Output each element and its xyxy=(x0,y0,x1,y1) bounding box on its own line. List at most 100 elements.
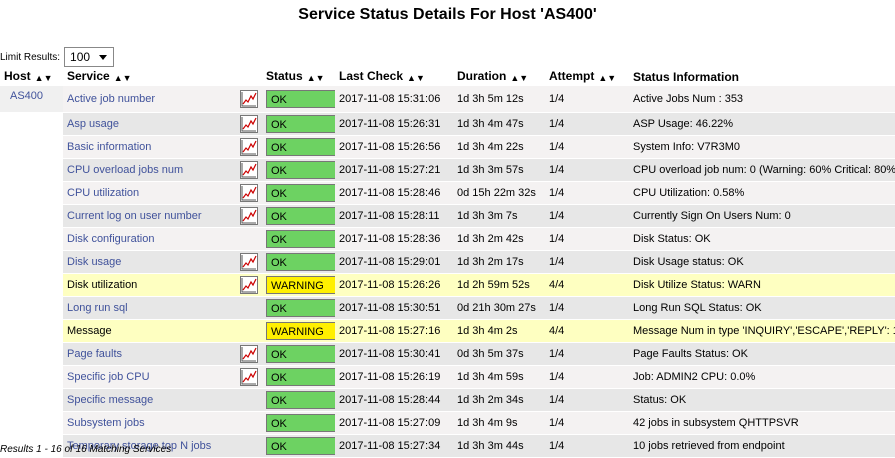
service-link[interactable]: Active job number xyxy=(67,93,155,105)
duration-cell: 0d 15h 22m 32s xyxy=(453,182,545,205)
duration-cell: 1d 3h 3m 57s xyxy=(453,159,545,182)
attempt-cell: 1/4 xyxy=(545,251,629,274)
service-link[interactable]: Long run sql xyxy=(67,302,128,314)
sort-arrows-icon[interactable]: ▲▼ xyxy=(510,70,528,84)
service-link[interactable]: Current log on user number xyxy=(67,210,202,222)
host-cell-empty xyxy=(0,228,63,251)
status-information-cell: Disk Usage status: OK xyxy=(629,251,895,274)
service-link[interactable]: CPU utilization xyxy=(67,187,139,199)
service-link[interactable]: Disk configuration xyxy=(67,233,154,245)
limit-results-label: Limit Results: xyxy=(0,51,61,63)
status-cell: OK xyxy=(262,435,335,458)
service-cell: Asp usage xyxy=(63,113,262,136)
service-link[interactable]: Page faults xyxy=(67,348,122,360)
status-information-cell: Currently Sign On Users Num: 0 xyxy=(629,205,895,228)
host-cell-empty xyxy=(0,182,63,205)
last-check-cell: 2017-11-08 15:26:56 xyxy=(335,136,453,159)
performance-graph-icon[interactable] xyxy=(240,115,258,133)
attempt-cell: 1/4 xyxy=(545,435,629,458)
status-information-cell: Status: OK xyxy=(629,389,895,412)
last-check-cell: 2017-11-08 15:27:16 xyxy=(335,320,453,343)
status-information-cell: CPU Utilization: 0.58% xyxy=(629,182,895,205)
sort-arrows-icon[interactable]: ▲▼ xyxy=(307,70,325,84)
sort-arrows-icon[interactable]: ▲▼ xyxy=(35,70,53,84)
status-cell: OK xyxy=(262,251,335,274)
status-badge: OK xyxy=(266,138,335,156)
performance-graph-icon[interactable] xyxy=(240,207,258,225)
service-link[interactable]: Specific message xyxy=(67,394,153,406)
last-check-cell: 2017-11-08 15:26:31 xyxy=(335,113,453,136)
last-check-cell: 2017-11-08 15:28:36 xyxy=(335,228,453,251)
attempt-cell: 1/4 xyxy=(545,412,629,435)
service-cell: Specific message xyxy=(63,389,262,412)
status-cell: OK xyxy=(262,113,335,136)
table-row: AS400 Active job number OK 2017-11-08 15:31… xyxy=(0,86,895,113)
duration-cell: 1d 3h 4m 9s xyxy=(453,412,545,435)
host-cell-empty xyxy=(0,389,63,412)
service-link[interactable]: Disk utilization xyxy=(67,279,137,291)
duration-cell: 1d 3h 2m 17s xyxy=(453,251,545,274)
status-information-cell: Disk Utilize Status: WARN xyxy=(629,274,895,297)
table-header-row: Host ▲▼ Service ▲▼ Status ▲▼ Last Check ▲▼ D… xyxy=(0,67,895,86)
host-cell-empty xyxy=(0,136,63,159)
performance-graph-icon[interactable] xyxy=(240,368,258,386)
status-information-cell: CPU overload job num: 0 (Warning: 60% Cr… xyxy=(629,159,895,182)
table-row: CPU overload jobs num OK 2017-11-08 15:27:… xyxy=(0,159,895,182)
status-information-cell: Page Faults Status: OK xyxy=(629,343,895,366)
service-cell: Message xyxy=(63,320,262,343)
status-badge: OK xyxy=(266,391,335,409)
performance-graph-icon[interactable] xyxy=(240,184,258,202)
sort-arrows-icon[interactable]: ▲▼ xyxy=(407,70,425,84)
attempt-cell: 1/4 xyxy=(545,113,629,136)
service-link[interactable]: Disk usage xyxy=(67,256,121,268)
duration-cell: 1d 3h 4m 2s xyxy=(453,320,545,343)
table-row: Subsystem jobs OK 2017-11-08 15:27:09 1d 3h… xyxy=(0,412,895,435)
performance-graph-icon[interactable] xyxy=(240,90,258,108)
service-status-table: Host ▲▼ Service ▲▼ Status ▲▼ Last Check ▲▼ D… xyxy=(0,67,895,458)
service-link[interactable]: Asp usage xyxy=(67,118,119,130)
service-link[interactable]: Specific job CPU xyxy=(67,371,150,383)
attempt-cell: 1/4 xyxy=(545,86,629,113)
status-cell: OK xyxy=(262,205,335,228)
last-check-cell: 2017-11-08 15:28:44 xyxy=(335,389,453,412)
status-cell: WARNING xyxy=(262,320,335,343)
status-information-cell: Active Jobs Num : 353 xyxy=(629,86,895,113)
performance-graph-icon[interactable] xyxy=(240,276,258,294)
performance-graph-icon[interactable] xyxy=(240,345,258,363)
service-link[interactable]: CPU overload jobs num xyxy=(67,164,183,176)
host-cell-empty xyxy=(0,251,63,274)
table-row: CPU utilization OK 2017-11-08 15:28:46 0d 1… xyxy=(0,182,895,205)
status-cell: OK xyxy=(262,343,335,366)
attempt-cell: 1/4 xyxy=(545,366,629,389)
status-information-cell: 42 jobs in subsystem QHTTPSVR xyxy=(629,412,895,435)
last-check-cell: 2017-11-08 15:29:01 xyxy=(335,251,453,274)
performance-graph-icon[interactable] xyxy=(240,253,258,271)
status-badge: OK xyxy=(266,207,335,225)
host-cell-empty xyxy=(0,274,63,297)
column-header-host: Host ▲▼ xyxy=(4,69,53,84)
service-link[interactable]: Message xyxy=(67,325,112,337)
service-link[interactable]: Subsystem jobs xyxy=(67,417,145,429)
service-cell: Long run sql xyxy=(63,297,262,320)
sort-arrows-icon[interactable]: ▲▼ xyxy=(598,70,616,84)
status-cell: OK xyxy=(262,366,335,389)
column-header-service: Service ▲▼ xyxy=(67,69,132,84)
service-link[interactable]: Basic information xyxy=(67,141,151,153)
duration-cell: 1d 3h 3m 7s xyxy=(453,205,545,228)
status-badge: WARNING xyxy=(266,322,335,340)
host-link[interactable]: AS400 xyxy=(10,90,43,102)
sort-arrows-icon[interactable]: ▲▼ xyxy=(114,70,132,84)
attempt-cell: 4/4 xyxy=(545,274,629,297)
table-row: Disk usage OK 2017-11-08 15:29:01 1d 3h 2m … xyxy=(0,251,895,274)
attempt-cell: 1/4 xyxy=(545,389,629,412)
status-information-cell: Long Run SQL Status: OK xyxy=(629,297,895,320)
performance-graph-icon[interactable] xyxy=(240,161,258,179)
table-row: Current log on user number OK 2017-11-08 1… xyxy=(0,205,895,228)
status-cell: OK xyxy=(262,412,335,435)
performance-graph-icon[interactable] xyxy=(240,138,258,156)
last-check-cell: 2017-11-08 15:28:46 xyxy=(335,182,453,205)
table-row: Basic information OK 2017-11-08 15:26:56 1d… xyxy=(0,136,895,159)
results-summary: Results 1 - 16 of 16 Matching Services xyxy=(0,444,172,455)
limit-results-select[interactable]: 100 xyxy=(64,47,115,67)
host-cell: AS400 xyxy=(0,86,63,113)
